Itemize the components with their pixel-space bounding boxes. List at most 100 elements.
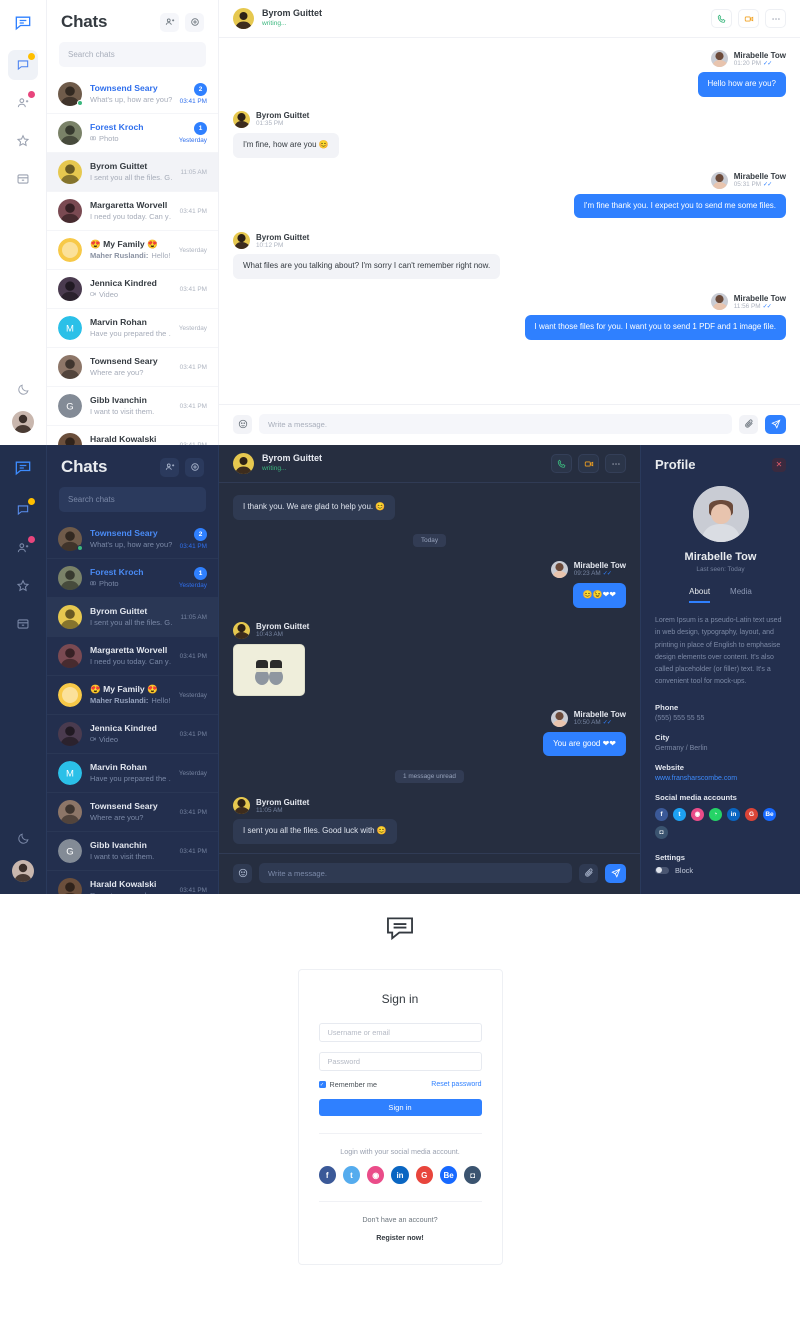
more-options-button[interactable] <box>605 454 626 473</box>
settings-button[interactable] <box>185 12 204 32</box>
chat-list-item[interactable]: Margaretta Worvell I need you today. Can … <box>47 192 218 231</box>
chat-list-items[interactable]: Townsend Seary What's up, how are you? 2 03… <box>47 75 218 445</box>
chat-list-item[interactable]: 😍 My Family 😍Maher Ruslandi:Hello!!!Yest… <box>47 231 218 270</box>
message-meta: Mirabelle Tow 01:20 PM ✓✓ <box>734 51 786 67</box>
register-link[interactable]: Register now! <box>319 1233 482 1242</box>
video-call-button[interactable] <box>578 454 599 473</box>
chat-list-item[interactable]: Jennica Kindred Video 03:41 PM <box>47 715 218 754</box>
preview-text: I sent you all the files. G… <box>90 173 173 183</box>
close-icon[interactable]: ✕ <box>772 457 786 472</box>
dribbble-login-icon[interactable]: ◉ <box>367 1166 385 1184</box>
dribbble-icon[interactable]: ◉ <box>691 807 704 821</box>
username-field[interactable] <box>318 1023 482 1042</box>
chat-list-item[interactable]: G Gibb Ivanchin I want to visit them. 03:41… <box>47 832 218 871</box>
sidebar-item-contacts[interactable] <box>8 533 38 563</box>
settings-button[interactable] <box>185 457 204 477</box>
emoji-icon[interactable] <box>233 863 252 883</box>
image-message[interactable] <box>233 643 305 696</box>
facebook-icon[interactable]: f <box>655 807 668 821</box>
search-input[interactable] <box>59 42 206 67</box>
profile-tabs[interactable]: About Media <box>655 587 786 603</box>
sidebar-item-chats[interactable] <box>8 495 38 525</box>
chat-list-item[interactable]: Harald KowalskiReports are ready.03:41 P… <box>47 426 218 445</box>
field-value[interactable]: www.fransharscombe.com <box>655 775 786 782</box>
chat-list-items[interactable]: Townsend Seary What's up, how are you? 2 03… <box>47 520 218 894</box>
social-icons-row[interactable]: f t ◉ ◔ in G Be ◘ <box>655 807 786 839</box>
sidebar-item-contacts[interactable] <box>8 88 38 118</box>
chat-list-item[interactable]: M Marvin Rohan Have you prepared the … Yest… <box>47 309 218 348</box>
moon-icon[interactable] <box>17 832 30 850</box>
voice-call-button[interactable] <box>711 9 732 28</box>
avatar[interactable] <box>12 411 34 433</box>
sidebar-item-archive[interactable] <box>8 609 38 639</box>
profile-tab-media[interactable]: Media <box>730 587 752 603</box>
avatar <box>58 605 82 629</box>
emoji-icon[interactable] <box>233 414 252 434</box>
profile-tab-about[interactable]: About <box>689 587 711 603</box>
chat-list-item[interactable]: Harald KowalskiReports are ready.03:41 P… <box>47 871 218 894</box>
instagram-icon[interactable]: ◘ <box>655 825 668 839</box>
chat-list-item[interactable]: Townsend Seary What's up, how are you? 2 03… <box>47 75 218 114</box>
message-input[interactable] <box>259 414 732 434</box>
message-meta: Mirabelle Tow 10:50 AM ✓✓ <box>574 710 626 726</box>
message-group: Byrom Guittet 10:43 AM <box>233 621 626 696</box>
remember-me-checkbox[interactable]: ✓ <box>318 1081 326 1088</box>
chat-list-item[interactable]: M Marvin Rohan Have you prepared the … Yest… <box>47 754 218 793</box>
google-icon[interactable]: G <box>745 807 758 821</box>
block-toggle-row[interactable]: Block <box>655 866 786 875</box>
message-header: Mirabelle Tow 09:23 AM ✓✓ <box>550 560 626 578</box>
chat-list-item[interactable]: Byrom Guittet I sent you all the files. G… <box>47 153 218 192</box>
unread-badge: 1 <box>194 122 207 135</box>
chat-list-item[interactable]: Forest Kroch Photo 1 Yesterday <box>47 559 218 598</box>
more-options-button[interactable] <box>765 9 786 28</box>
twitter-icon[interactable]: t <box>673 807 686 821</box>
behance-login-icon[interactable]: Be <box>439 1166 458 1184</box>
chat-logo-icon <box>10 455 36 481</box>
message-input[interactable] <box>259 863 572 883</box>
social-login-buttons[interactable]: f t ◉ in G Be ◘ <box>318 1166 482 1184</box>
chat-item-name: Byrom Guittet <box>90 605 148 616</box>
twitter-login-icon[interactable]: t <box>342 1166 361 1184</box>
message-bubble: 😊😉❤❤ <box>572 582 626 608</box>
avatar[interactable] <box>12 860 34 882</box>
attachment-icon[interactable] <box>739 414 758 434</box>
reset-password-link[interactable]: Reset password <box>431 1081 481 1088</box>
moon-icon[interactable] <box>17 383 30 401</box>
send-button[interactable] <box>605 863 626 883</box>
avatar <box>58 160 82 184</box>
chat-list-item[interactable]: G Gibb Ivanchin I want to visit them. 03:41… <box>47 387 218 426</box>
chat-list-item[interactable]: Margaretta Worvell I need you today. Can … <box>47 637 218 676</box>
chat-list-item[interactable]: Jennica Kindred Video 03:41 PM <box>47 270 218 309</box>
send-button[interactable] <box>765 414 786 434</box>
video-call-button[interactable] <box>738 9 759 28</box>
linkedin-login-icon[interactable]: in <box>391 1166 409 1184</box>
chat-list-item[interactable]: Townsend Seary Where are you? 03:41 PM <box>47 793 218 832</box>
chat-list-item[interactable]: Townsend Seary What's up, how are you? 2 03… <box>47 520 218 559</box>
facebook-login-icon[interactable]: f <box>318 1166 336 1184</box>
password-field[interactable] <box>318 1052 482 1071</box>
chat-list-item[interactable]: Townsend Seary Where are you? 03:41 PM <box>47 348 218 387</box>
remember-me-wrapper[interactable]: ✓ Remember me <box>318 1080 377 1089</box>
linkedin-icon[interactable]: in <box>727 807 740 821</box>
whatsapp-icon[interactable]: ◔ <box>709 807 722 821</box>
add-contact-button[interactable] <box>160 12 179 32</box>
behance-icon[interactable]: Be <box>763 807 776 821</box>
google-login-icon[interactable]: G <box>415 1166 433 1184</box>
signin-button[interactable]: Sign in <box>318 1099 482 1116</box>
sidebar-item-favorites[interactable] <box>8 571 38 601</box>
attachment-icon[interactable] <box>579 863 598 883</box>
sidebar-item-archive[interactable] <box>8 164 38 194</box>
block-toggle[interactable] <box>655 866 669 874</box>
sidebar-item-favorites[interactable] <box>8 126 38 156</box>
instagram-login-icon[interactable]: ◘ <box>464 1166 482 1184</box>
sidebar-item-chats[interactable] <box>8 50 38 80</box>
avatar <box>58 433 82 445</box>
voice-call-button[interactable] <box>551 454 572 473</box>
chat-list-item[interactable]: Byrom Guittet I sent you all the files. G… <box>47 598 218 637</box>
chat-item-meta: 11:05 AM <box>180 614 207 621</box>
search-input[interactable] <box>59 487 206 512</box>
chat-list-item[interactable]: 😍 My Family 😍Maher Ruslandi:Hello!!!Yest… <box>47 676 218 715</box>
add-contact-button[interactable] <box>160 457 179 477</box>
chat-item-body: Jennica Kindred Video <box>90 723 172 746</box>
chat-list-item[interactable]: Forest Kroch Photo 1 Yesterday <box>47 114 218 153</box>
